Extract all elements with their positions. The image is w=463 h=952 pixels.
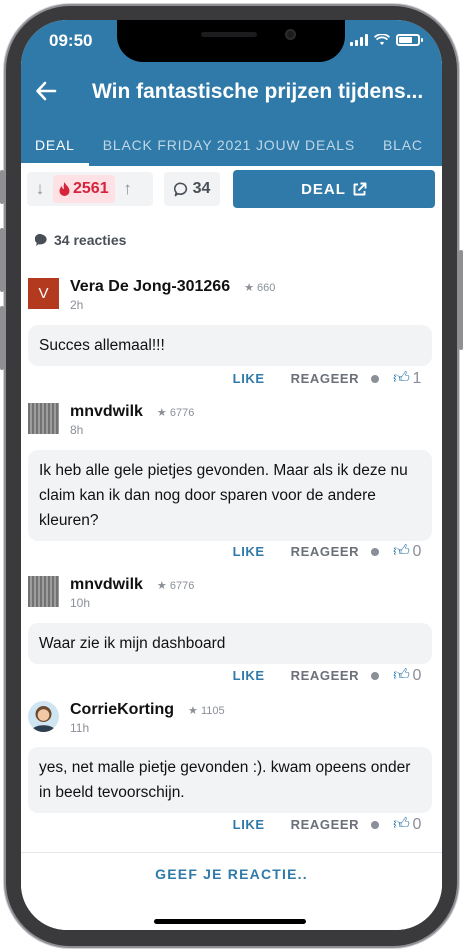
star-icon: ★ <box>156 580 167 592</box>
comment-time: 2h <box>70 298 84 312</box>
separator-dot <box>371 374 380 383</box>
avatar[interactable] <box>28 576 59 607</box>
tab-black-friday[interactable]: BLACK FRIDAY 2021 JOUW DEALS <box>89 132 369 166</box>
avatar[interactable] <box>28 701 59 732</box>
comment-time: 11h <box>70 721 90 735</box>
temperature-badge: 2561 <box>53 175 115 203</box>
karma-badge: ★ 660 <box>244 282 276 294</box>
tab-bar: DEAL BLACK FRIDAY 2021 JOUW DEALS BLAC <box>21 132 437 166</box>
avatar[interactable] <box>28 403 59 434</box>
write-comment-button[interactable]: GEEF JE REACTIE.. <box>21 866 442 882</box>
tab-blac[interactable]: BLAC <box>369 132 437 166</box>
deal-action-bar: ↓ 2561 ↑ 34 DEAL <box>21 166 442 216</box>
like-button[interactable]: LIKE <box>233 817 265 832</box>
temperature-value: 2561 <box>73 180 109 197</box>
signal-icon <box>350 34 368 46</box>
like-button[interactable]: LIKE <box>233 544 265 559</box>
username[interactable]: mnvdwilk <box>70 403 143 421</box>
deal-button-label: DEAL <box>301 180 346 198</box>
like-count: 1 <box>412 369 422 387</box>
speech-bubble-icon <box>35 233 47 246</box>
karma-badge: ★ 6776 <box>156 580 195 592</box>
comment-1-body: Succes allemaal!!! <box>28 325 432 366</box>
power-button <box>459 250 463 350</box>
volume-down-button <box>0 306 4 370</box>
back-button[interactable] <box>35 80 63 108</box>
username[interactable]: CorrieKorting <box>70 701 174 719</box>
comment-2-actions: LIKE REAGEER 👍︎ 0 <box>233 542 422 561</box>
comment-time: 10h <box>70 596 91 610</box>
reply-button[interactable]: REAGEER <box>291 668 360 683</box>
external-link-icon <box>353 182 367 195</box>
username[interactable]: Vera De Jong-301266 <box>70 278 230 296</box>
comments-count-label: 34 reacties <box>54 232 127 248</box>
vote-down-button[interactable]: ↓ <box>27 179 53 199</box>
vote-control: ↓ 2561 ↑ <box>27 172 153 206</box>
comment-4-header: CorrieKorting ★ 1105 11h <box>28 701 225 735</box>
like-button[interactable]: LIKE <box>233 668 265 683</box>
battery-icon <box>396 34 423 46</box>
flame-icon <box>59 182 70 196</box>
avatar[interactable]: V <box>28 278 59 309</box>
separator-dot <box>371 547 380 556</box>
comment-3-actions: LIKE REAGEER 👍︎ 0 <box>233 666 422 685</box>
mute-switch <box>0 170 4 204</box>
home-indicator[interactable] <box>154 919 306 924</box>
comment-4-body: yes, net malle pietje gevonden :). kwam … <box>28 747 432 813</box>
karma-badge: ★ 1105 <box>188 705 225 717</box>
comment-count: 34 <box>192 180 211 197</box>
thumbs-up-icon[interactable]: 👍︎ <box>393 666 410 685</box>
notch <box>117 20 345 62</box>
comments-count-header: 34 reacties <box>35 232 126 248</box>
like-count: 0 <box>412 666 422 684</box>
volume-up-button <box>0 228 4 292</box>
status-icons <box>350 34 423 46</box>
like-button[interactable]: LIKE <box>233 371 265 386</box>
karma-badge: ★ 6776 <box>156 407 195 419</box>
reply-button[interactable]: REAGEER <box>291 544 360 559</box>
comment-3-body: Waar zie ik mijn dashboard <box>28 623 432 664</box>
thumbs-up-icon[interactable]: 👍︎ <box>393 369 410 388</box>
separator-dot <box>371 671 380 680</box>
comment-3-header: mnvdwilk ★ 6776 10h <box>28 576 194 610</box>
thumbs-up-icon[interactable]: 👍︎ <box>393 542 410 561</box>
username[interactable]: mnvdwilk <box>70 576 143 594</box>
arrow-left-icon <box>36 81 57 101</box>
star-icon: ★ <box>244 282 254 294</box>
separator-dot <box>371 820 380 829</box>
comment-time: 8h <box>70 423 84 437</box>
star-icon: ★ <box>156 407 167 419</box>
thumbs-up-icon[interactable]: 👍︎ <box>393 815 410 834</box>
star-icon: ★ <box>188 705 198 717</box>
speech-bubble-icon <box>173 182 187 196</box>
like-count: 0 <box>412 542 422 560</box>
like-count: 0 <box>412 815 422 833</box>
comments-button[interactable]: 34 <box>164 172 220 206</box>
comment-2-header: mnvdwilk ★ 6776 8h <box>28 403 194 437</box>
comment-4-actions: LIKE REAGEER 👍︎ 0 <box>233 815 422 834</box>
comment-2-body: Ik heb alle gele pietjes gevonden. Maar … <box>28 450 432 541</box>
status-time: 09:50 <box>49 31 93 50</box>
tab-deal[interactable]: DEAL <box>21 132 89 166</box>
reply-button[interactable]: REAGEER <box>291 817 360 832</box>
vote-up-button[interactable]: ↑ <box>115 179 141 199</box>
page-title: Win fantastische prijzen tijdens... <box>92 80 424 103</box>
bottom-bar: GEEF JE REACTIE.. <box>21 852 442 930</box>
comment-1-actions: LIKE REAGEER 👍︎ 1 <box>233 369 422 388</box>
wifi-icon <box>374 34 390 45</box>
deal-button[interactable]: DEAL <box>233 170 435 208</box>
reply-button[interactable]: REAGEER <box>291 371 360 386</box>
screen: 09:50 Win fantastische prijzen tijdens..… <box>21 20 442 930</box>
comment-1-header: V Vera De Jong-301266 ★ 660 2h <box>28 278 275 312</box>
